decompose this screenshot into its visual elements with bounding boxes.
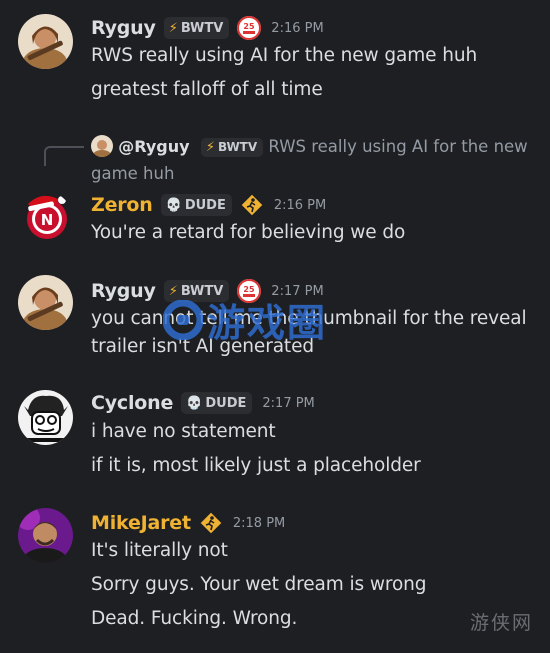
server-tag-label: DUDE <box>205 395 247 411</box>
message-line: i have no statement <box>91 421 276 442</box>
reply-spine <box>44 146 84 166</box>
message-header: Zeron 💀 DUDE 2:16 PM <box>91 193 326 217</box>
corner-watermark: 游侠网 <box>470 612 534 634</box>
username[interactable]: Cyclone <box>91 392 173 414</box>
server-tag[interactable]: ⚡ BWTV <box>163 17 230 39</box>
timestamp: 2:16 PM <box>273 197 327 213</box>
message-line: trailer isn't AI generated <box>91 336 315 357</box>
message-line: Sorry guys. Your wet dream is wrong <box>91 574 427 595</box>
timestamp: 2:17 PM <box>271 283 324 299</box>
avatar-image <box>18 14 73 69</box>
badge-text: 25 <box>244 285 256 294</box>
message-line: RWS really using AI for the new game huh <box>91 45 478 66</box>
avatar-image <box>18 508 73 563</box>
server-tag-label: BWTV <box>180 283 224 299</box>
avatar-ryguy[interactable] <box>18 275 73 330</box>
avatar-mikejaret[interactable] <box>18 508 73 563</box>
avatar-cyclone[interactable] <box>18 390 73 445</box>
timestamp: 2:18 PM <box>232 515 286 531</box>
username[interactable]: Zeron <box>91 194 153 216</box>
message-line: Dead. Fucking. Wrong. <box>91 608 298 629</box>
avatar-image <box>18 275 73 330</box>
message-line: It's literally not <box>91 540 228 561</box>
skull-icon: 💀 <box>165 197 182 213</box>
25-badge-icon[interactable]: 25 <box>237 16 262 40</box>
lightning-icon: ⚡ <box>168 20 178 36</box>
message-line: if it is, most likely just a placeholder <box>91 455 421 476</box>
runner-badge-icon[interactable] <box>240 193 264 217</box>
message-header: MikeJaret 2:18 PM <box>91 511 285 535</box>
message-line: you cannot tell me the thumbnail for the… <box>91 308 527 329</box>
username[interactable]: Ryguy <box>91 280 156 302</box>
reply-mention[interactable]: @Ryguy <box>118 137 189 156</box>
server-tag[interactable]: ⚡ BWTV <box>163 280 230 302</box>
server-tag-label: DUDE <box>184 197 226 213</box>
lightning-icon: ⚡ <box>168 283 178 299</box>
reply-tag-label: BWTV <box>217 140 258 154</box>
runner-badge-icon[interactable] <box>199 511 223 535</box>
avatar-zeron[interactable]: N <box>22 192 72 242</box>
svg-text:N: N <box>41 211 54 229</box>
server-tag-label: BWTV <box>180 20 224 36</box>
avatar-image: N <box>27 195 67 239</box>
avatar-image <box>18 390 73 445</box>
timestamp: 2:17 PM <box>262 395 315 411</box>
username[interactable]: MikeJaret <box>91 512 191 534</box>
message-line: greatest falloff of all time <box>91 79 323 100</box>
message-header: Ryguy ⚡ BWTV 25 2:16 PM <box>91 16 324 40</box>
message-header: Cyclone 💀 DUDE 2:17 PM <box>91 392 315 414</box>
server-tag[interactable]: 💀 DUDE <box>181 392 253 414</box>
badge-text: 25 <box>244 22 256 31</box>
reply-server-tag: ⚡ BWTV <box>200 138 264 157</box>
skull-icon: 💀 <box>186 395 203 411</box>
reply-preview[interactable]: @Ryguy ⚡ BWTV RWS really using AI for th… <box>91 133 531 187</box>
reply-avatar <box>91 135 113 157</box>
username[interactable]: Ryguy <box>91 17 156 39</box>
avatar-ryguy[interactable] <box>18 14 73 69</box>
message-line: You're a retard for believing we do <box>91 222 406 243</box>
message-header: Ryguy ⚡ BWTV 25 2:17 PM <box>91 279 324 303</box>
25-badge-icon[interactable]: 25 <box>237 279 262 303</box>
lightning-icon: ⚡ <box>205 140 215 155</box>
server-tag[interactable]: 💀 DUDE <box>160 194 232 216</box>
timestamp: 2:16 PM <box>271 20 324 36</box>
